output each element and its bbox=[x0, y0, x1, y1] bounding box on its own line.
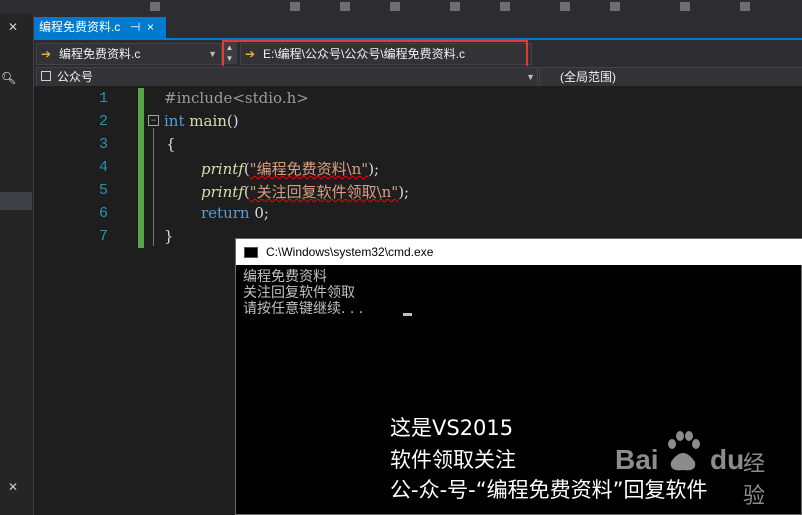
code-token: () bbox=[226, 112, 239, 130]
code-token: 0; bbox=[249, 204, 269, 222]
toolbar-icon[interactable] bbox=[290, 2, 300, 11]
keyword: int bbox=[164, 112, 185, 130]
code-token: { bbox=[166, 135, 176, 153]
paw-logo-icon bbox=[668, 431, 700, 471]
global-scope-dropdown[interactable]: (全局范围) bbox=[539, 67, 802, 87]
watermark-text: du bbox=[710, 444, 745, 475]
change-indicator-bar bbox=[138, 88, 144, 248]
line-number: 7 bbox=[98, 228, 108, 245]
file-dropdown[interactable]: ➔ 编程免费资料.c ▼ bbox=[36, 43, 222, 65]
string-literal: "编程免费资料\n" bbox=[249, 160, 369, 178]
console-icon bbox=[244, 247, 258, 258]
project-scope-dropdown[interactable]: 公众号 ▼ bbox=[36, 67, 538, 87]
code-token: ); bbox=[368, 160, 380, 178]
toolbar-icon[interactable] bbox=[680, 2, 690, 11]
line-number: 5 bbox=[98, 182, 108, 199]
close-icon[interactable]: × bbox=[147, 17, 154, 38]
toolbar-icon[interactable] bbox=[610, 2, 620, 11]
toolbar-icon[interactable] bbox=[500, 2, 510, 11]
line-number: 4 bbox=[98, 159, 108, 176]
console-title-bar[interactable]: C:\Windows\system32\cmd.exe bbox=[236, 239, 802, 265]
code-line[interactable]: { bbox=[166, 135, 176, 153]
chevron-down-icon: ▼ bbox=[208, 49, 217, 59]
panel-selected-item[interactable] bbox=[0, 192, 32, 210]
console-output-line: 关注回复软件领取 bbox=[243, 285, 355, 301]
toolbar-icon[interactable] bbox=[390, 2, 400, 11]
code-line[interactable]: int main() bbox=[164, 112, 239, 130]
pin-icon[interactable]: ⊣ bbox=[130, 17, 140, 38]
toolbar-icon[interactable] bbox=[450, 2, 460, 11]
code-line[interactable]: printf("编程免费资料\n"); bbox=[201, 158, 379, 179]
line-number: 1 bbox=[98, 90, 108, 107]
toolbar-icon[interactable] bbox=[560, 2, 570, 11]
console-output-line: 编程免费资料 bbox=[243, 269, 327, 285]
close-icon[interactable]: ✕ bbox=[8, 480, 18, 494]
arrow-right-icon: ➔ bbox=[41, 47, 52, 61]
overlay-text: 软件领取关注 bbox=[390, 448, 516, 472]
line-number: 6 bbox=[98, 205, 108, 222]
console-title: C:\Windows\system32\cmd.exe bbox=[266, 245, 434, 259]
solution-side-panel bbox=[0, 14, 34, 515]
watermark-text: Bai bbox=[615, 444, 659, 475]
preprocessor-directive: #include<stdio.h> bbox=[164, 89, 309, 107]
code-token: ); bbox=[398, 183, 410, 201]
global-scope-value: (全局范围) bbox=[560, 70, 616, 84]
keyword: return bbox=[201, 204, 250, 222]
code-token: } bbox=[164, 227, 174, 245]
toolbar-icon[interactable] bbox=[150, 2, 160, 11]
function-name: main bbox=[189, 112, 227, 130]
line-number: 2 bbox=[98, 113, 108, 130]
collapse-toggle[interactable]: − bbox=[148, 115, 159, 126]
function-call: printf bbox=[201, 183, 244, 201]
console-output-line: 请按任意键继续. . . bbox=[243, 301, 364, 317]
string-literal: "关注回复软件领取\n" bbox=[249, 183, 399, 201]
line-number: 3 bbox=[98, 136, 108, 153]
toolbar-icon[interactable] bbox=[340, 2, 350, 11]
watermark-text: 经验 bbox=[743, 451, 766, 508]
top-toolbar bbox=[0, 0, 802, 14]
code-line[interactable]: return 0; bbox=[201, 204, 269, 222]
outline-guide bbox=[153, 128, 154, 246]
tab-title: 编程免费资料.c bbox=[39, 20, 121, 34]
console-cursor bbox=[403, 313, 412, 316]
tab-source-file[interactable]: 编程免费资料.c ⊣ × bbox=[34, 17, 166, 38]
code-line[interactable]: printf("关注回复软件领取\n"); bbox=[201, 181, 409, 202]
project-scope-value: 公众号 bbox=[57, 70, 94, 84]
overlay-text: 这是VS2015 bbox=[390, 416, 514, 440]
search-icon[interactable]: 🔍︎ bbox=[1, 71, 16, 85]
toolbar-icon[interactable] bbox=[740, 2, 750, 11]
function-call: printf bbox=[201, 160, 244, 178]
close-icon[interactable]: ✕ bbox=[8, 20, 18, 34]
code-line[interactable]: #include<stdio.h> bbox=[164, 89, 309, 107]
overlay-text: 公-众-号-“编程免费资料”回复软件 bbox=[390, 478, 708, 502]
baidu-watermark: Bai du 经验 bbox=[615, 428, 785, 508]
code-line[interactable]: } bbox=[164, 227, 174, 245]
file-dropdown-value: 编程免费资料.c bbox=[59, 47, 141, 61]
class-view-icon bbox=[41, 71, 51, 81]
chevron-down-icon: ▼ bbox=[526, 72, 535, 82]
